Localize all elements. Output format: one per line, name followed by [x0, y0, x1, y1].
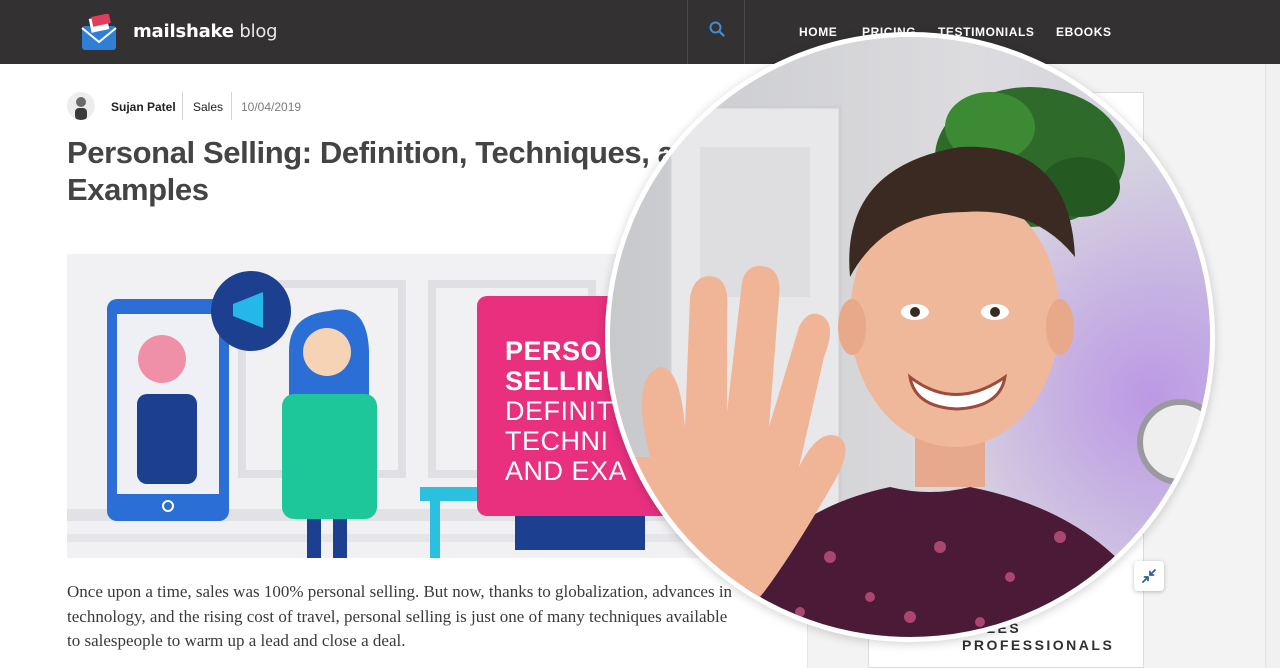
mailshake-logo-icon[interactable] — [80, 14, 120, 52]
top-navigation-bar: mailshake blog HOME PRICING TESTIMONIALS… — [0, 0, 1280, 64]
search-icon — [709, 21, 725, 37]
author-portrait-icon — [75, 97, 87, 120]
minimize-icon — [1142, 569, 1156, 583]
post-date: 10/04/2019 — [241, 100, 302, 114]
scrollbar[interactable] — [1265, 64, 1280, 668]
post-intro-paragraph: Once upon a time, sales was 100% persona… — [67, 582, 733, 650]
author-name[interactable]: Sujan Patel — [111, 100, 176, 114]
presenter-video-frame — [610, 37, 1210, 637]
minimize-video-button[interactable] — [1134, 561, 1164, 591]
nav-home[interactable]: HOME — [799, 25, 837, 39]
video-overlay-bubble[interactable] — [605, 32, 1215, 642]
meta-divider — [231, 92, 232, 120]
author-avatar[interactable] — [67, 92, 95, 120]
sidebar-caption-line2: PROFESSIONALS — [962, 637, 1115, 653]
post-category[interactable]: Sales — [193, 100, 223, 114]
search-button[interactable] — [687, 0, 745, 64]
brand-name[interactable]: mailshake blog — [133, 21, 278, 42]
nav-ebooks[interactable]: EBOOKS — [1056, 25, 1112, 39]
meta-divider — [182, 92, 183, 120]
